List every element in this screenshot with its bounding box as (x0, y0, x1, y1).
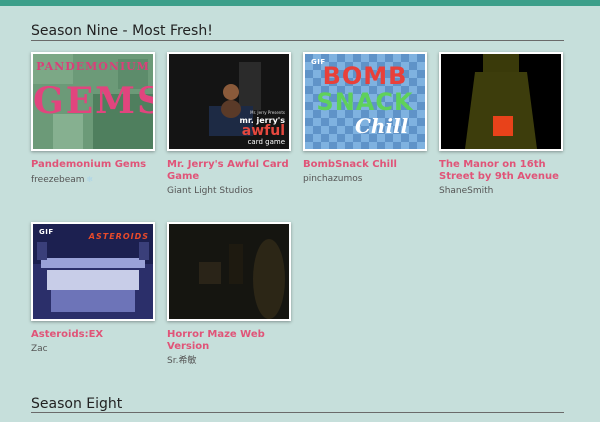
thumb-chill-text: Chill (355, 114, 409, 138)
top-accent-bar (0, 0, 600, 6)
game-author[interactable]: ShaneSmith (439, 186, 563, 197)
manor-art (441, 54, 561, 149)
game-thumbnail[interactable]: GIF BOMB SNACK Chill (303, 52, 427, 151)
section-divider (31, 40, 564, 41)
gif-badge: GIF (311, 58, 326, 66)
game-author[interactable]: Giant Light Studios (167, 186, 291, 197)
game-title[interactable]: Asteroids:EX (31, 329, 159, 341)
thumb-line2: awful (241, 123, 285, 139)
game-author[interactable]: Sr.希敏 (167, 356, 291, 367)
section-title-season-nine: Season Nine - Most Fresh! (31, 23, 213, 39)
game-card-asteroids-ex[interactable]: GIF ASTEROIDS Asteroids:EX Zac (31, 222, 155, 355)
game-author[interactable]: freezebeam ❄ (31, 174, 155, 186)
snowflake-icon: ❄ (86, 175, 94, 184)
game-card-horror-maze[interactable]: Horror Maze Web Version Sr.希敏 (167, 222, 291, 367)
thumb-asteroids-text: ASTEROIDS (88, 232, 149, 241)
game-thumbnail[interactable] (167, 222, 291, 321)
gif-badge: GIF (39, 228, 54, 236)
game-title[interactable]: Pandemonium Gems (31, 159, 159, 171)
game-card-pandemonium-gems[interactable]: PANDEMONIUM GEMS Pandemonium Gems freeze… (31, 52, 155, 186)
thumb-logo-top: PANDEMONIUM (36, 60, 150, 73)
game-title[interactable]: BombSnack Chill (303, 159, 431, 171)
game-thumbnail[interactable]: GIF ASTEROIDS (31, 222, 155, 321)
game-card-the-manor[interactable]: The Manor on 16th Street by 9th Avenue S… (439, 52, 563, 197)
thumb-bomb-text: BOMB (322, 62, 408, 90)
game-author[interactable]: pinchazumos (303, 174, 427, 185)
horror-maze-art (169, 224, 289, 319)
game-thumbnail[interactable]: Mr. Jerry Presents mr. jerry's awful car… (167, 52, 291, 151)
game-thumbnail[interactable] (439, 52, 563, 151)
thumb-logo-main: GEMS (33, 80, 153, 122)
section-divider (31, 412, 564, 413)
section-title-season-eight: Season Eight (31, 396, 123, 412)
author-name[interactable]: freezebeam (31, 175, 85, 185)
game-title[interactable]: Mr. Jerry's Awful Card Game (167, 159, 295, 183)
thumb-snack-text: SNACK (316, 88, 414, 116)
game-card-mr-jerrys[interactable]: Mr. Jerry Presents mr. jerry's awful car… (167, 52, 291, 197)
game-title[interactable]: Horror Maze Web Version (167, 329, 295, 353)
thumb-line3: card game (247, 138, 285, 146)
game-title[interactable]: The Manor on 16th Street by 9th Avenue (439, 159, 567, 183)
thumb-presents-text: Mr. Jerry Presents (250, 110, 285, 115)
game-card-bombsnack-chill[interactable]: GIF BOMB SNACK Chill BombSnack Chill pin… (303, 52, 427, 185)
game-author[interactable]: Zac (31, 344, 155, 355)
game-thumbnail[interactable]: PANDEMONIUM GEMS (31, 52, 155, 151)
